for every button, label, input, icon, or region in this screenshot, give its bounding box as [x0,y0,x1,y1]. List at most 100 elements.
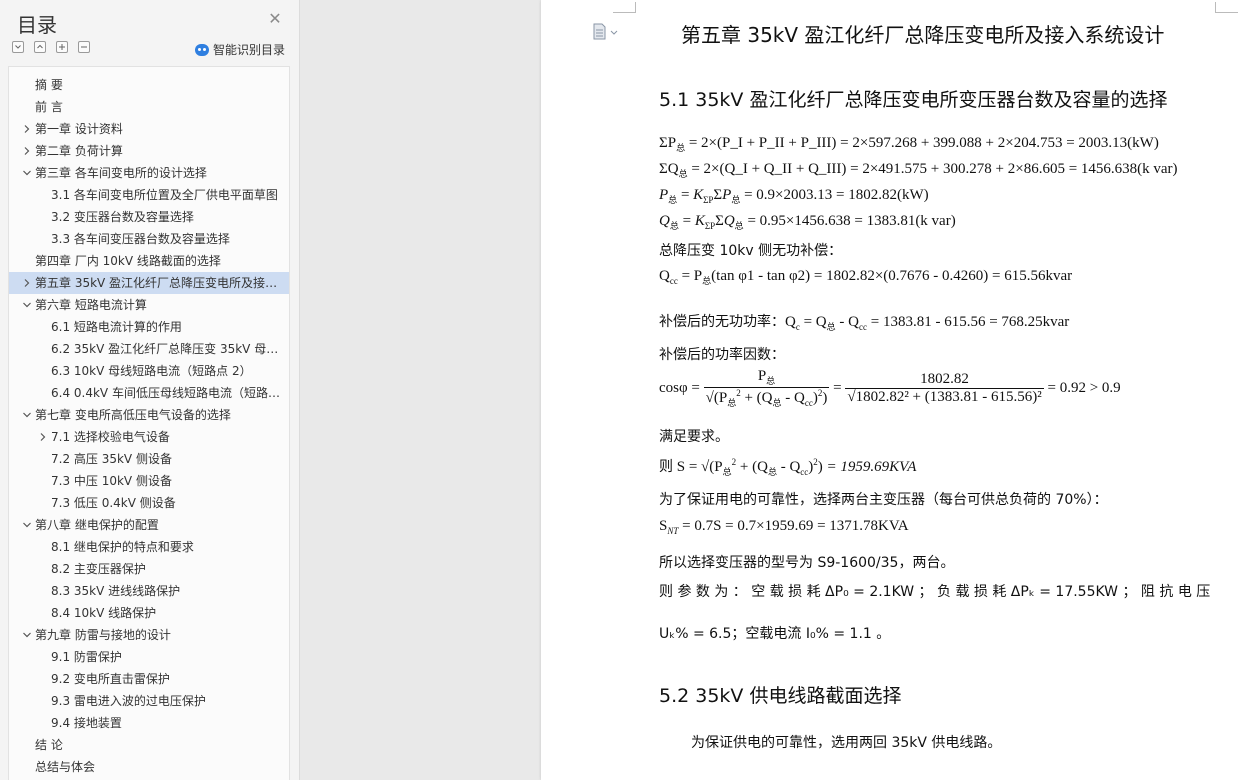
toc-item[interactable]: 9.2 变电所直击雷保护 [9,668,289,690]
toc-item[interactable]: 8.3 35kV 进线线路保护 [9,580,289,602]
equation-rhs: = 0.95×1456.638 = 1383.81(k var) [747,213,956,229]
toc-item[interactable]: 7.2 高压 35kV 侧设备 [9,448,289,470]
toc-item-label: 6.4 0.4kV 车间低压母线短路电流（短路点 3） [51,386,283,400]
chevron-right-icon[interactable] [37,426,49,448]
toc-item-label: 第二章 负荷计算 [35,144,123,158]
toc-item[interactable]: 7.1 选择校验电气设备 [9,426,289,448]
equation-total-reactive-power: ΣQ总 = 2×(Q_I + Q_II + Q_III) = 2×491.575… [659,161,1178,179]
toc-panel: 目录 ✕ 智能识别目录 摘 要前 言第一章 设计资料 第二章 负荷计算第三章 各车… [0,0,300,780]
close-icon[interactable]: ✕ [268,11,282,27]
paragraph-parameters-cont: Uₖ% = 6.5；空载电流 I₀% = 1.1 。 [659,626,891,642]
chevron-down-icon[interactable] [21,514,33,536]
toc-item-label: 9.4 接地装置 [51,716,122,730]
paragraph-label: 补偿后的无功功率： [659,314,785,330]
paragraph-supply-line: 为保证供电的可靠性，选用两回 35kV 供电线路。 [691,735,1002,751]
toc-item[interactable]: 第五章 35kV 盈江化纤厂总降压变电所及接入系统设计 [9,272,289,294]
toc-item[interactable]: 9.1 防雷保护 [9,646,289,668]
paragraph-power-factor: 补偿后的功率因数： [659,347,785,363]
toc-item[interactable]: 摘 要 [9,74,289,96]
toc-item[interactable]: 第三章 各车间变电所的设计选择 [9,162,289,184]
remove-heading-icon[interactable] [78,41,90,53]
chevron-right-icon[interactable] [21,140,33,162]
toc-item[interactable]: 总结与体会 [9,756,289,778]
toc-item[interactable]: 3.3 各车间变压器台数及容量选择 [9,228,289,250]
collapse-all-icon[interactable] [34,41,46,53]
toc-item[interactable]: 结 论 [9,734,289,756]
toc-item[interactable]: 7.3 中压 10kV 侧设备 [9,470,289,492]
add-heading-icon[interactable] [56,41,68,53]
toc-item-label: 8.2 主变压器保护 [51,562,146,576]
paragraph-satisfied: 满足要求。 [659,429,729,445]
toc-item[interactable]: 第九章 防雷与接地的设计 [9,624,289,646]
toc-item-label: 6.1 短路电流计算的作用 [51,320,182,334]
chevron-down-icon[interactable] [21,294,33,316]
toc-item-label: 第五章 35kV 盈江化纤厂总降压变电所及接入系统设计 [35,276,283,290]
toc-item-label: 3.3 各车间变压器台数及容量选择 [51,232,230,246]
toc-item-label: 3.1 各车间变电所位置及全厂供电平面草图 [51,188,278,202]
toc-item-label: 结 论 [35,738,63,752]
toc-item-label: 8.1 继电保护的特点和要求 [51,540,194,554]
paragraph-model: 所以选择变压器的型号为 S9-1600/35，两台。 [659,555,955,571]
toc-item[interactable]: 第四章 厂内 10kV 线路截面的选择 [9,250,289,272]
toc-item[interactable]: 6.3 10kV 母线短路电流（短路点 2） [9,360,289,382]
equation-result: = 0.92 > 0.9 [1047,379,1121,396]
paragraph-compensation: 总降压变 10kv 侧无功补偿： [659,243,843,259]
paragraph-parameters: 则 参 数 为 ： 空 载 损 耗 ΔP₀ = 2.1KW ； 负 载 损 耗 … [659,584,1211,600]
toc-item-label: 9.3 雷电进入波的过电压保护 [51,694,206,708]
toc-item[interactable]: 6.2 35kV 盈江化纤厂总降压变 35kV 母线短路电流 [9,338,289,360]
toc-item[interactable]: 第二章 负荷计算 [9,140,289,162]
toc-item[interactable]: 8.1 继电保护的特点和要求 [9,536,289,558]
equation-power-factor: cosφ = P总 √(P总2 + (Q总 - Qcc)2) = 1802.82 √… [659,368,1121,408]
toc-item[interactable]: 9.3 雷电进入波的过电压保护 [9,690,289,712]
smart-toc-button[interactable]: 智能识别目录 [195,41,285,58]
fraction-numerator: 1802.82 [845,371,1044,389]
chevron-down-icon[interactable] [21,162,33,184]
toc-item[interactable]: 3.2 变压器台数及容量选择 [9,206,289,228]
equation-total-active-power: ΣP总 = 2×(P_I + P_II + P_III) = 2×597.268… [659,135,1159,153]
toc-item-label: 7.2 高压 35kV 侧设备 [51,452,172,466]
toc-item[interactable]: 第一章 设计资料 [9,118,289,140]
equation-rhs: = 1383.81 - 615.56 = 768.25kvar [870,314,1070,330]
chevron-down-icon[interactable] [21,404,33,426]
toc-item-label: 第八章 继电保护的配置 [35,518,159,532]
equation-apparent-power: 则 S = √(P总2 + (Q总 - Qcc)2) = 1959.69KVA [659,457,917,477]
toc-item[interactable]: 8.4 10kV 线路保护 [9,602,289,624]
fraction-denominator: 1802.82² + (1383.81 - 615.56)² [855,389,1042,405]
equation-rhs: = 2×(Q_I + Q_II + Q_III) = 2×491.575 + 3… [691,161,1178,177]
toc-item-label: 第三章 各车间变电所的设计选择 [35,166,207,180]
equation-rhs: = 0.7S = 0.7×1959.69 = 1371.78KVA [682,518,909,534]
page-content: 第五章 35kV 盈江化纤厂总降压变电所及接入系统设计 5.1 35kV 盈江化… [541,0,1246,780]
paragraph-reactive-after: 补偿后的无功功率：Qc = Q总 - Qcc = 1383.81 - 615.5… [659,314,1070,332]
toc-item-label: 第七章 变电所高低压电气设备的选择 [35,408,231,422]
toc-item[interactable]: 第八章 继电保护的配置 [9,514,289,536]
equation-rhs: (tan φ1 - tan φ2) = 1802.82×(0.7676 - 0.… [711,268,1073,284]
chevron-right-icon[interactable] [21,118,33,140]
expand-all-icon[interactable] [12,41,24,53]
toc-item[interactable]: 第七章 变电所高低压电气设备的选择 [9,404,289,426]
toc-item-label: 9.1 防雷保护 [51,650,122,664]
toc-item[interactable]: 6.4 0.4kV 车间低压母线短路电流（短路点 3） [9,382,289,404]
toc-item-label: 第九章 防雷与接地的设计 [35,628,171,642]
chevron-down-icon[interactable] [21,624,33,646]
toc-item[interactable]: 前 言 [9,96,289,118]
chevron-right-icon[interactable] [21,272,33,294]
toc-item-label: 7.1 选择校验电气设备 [51,430,170,444]
toc-title: 目录 [17,13,57,37]
toc-item-label: 第四章 厂内 10kV 线路截面的选择 [35,254,221,268]
toc-item-label: 9.2 变电所直击雷保护 [51,672,170,686]
paragraph-reliability: 为了保证用电的可靠性，选择两台主变压器（每台可供总负荷的 70%）： [659,492,1108,508]
fraction-numeric: 1802.82 √1802.82² + (1383.81 - 615.56)² [845,371,1044,405]
toc-item[interactable]: 7.3 低压 0.4kV 侧设备 [9,492,289,514]
toc-item-label: 6.3 10kV 母线短路电流（短路点 2） [51,364,252,378]
equation-calc-reactive-power: Q总 = KΣPΣQ总 = 0.95×1456.638 = 1383.81(k … [659,213,956,231]
toc-item-label: 7.3 低压 0.4kV 侧设备 [51,496,176,510]
toc-item-label: 7.3 中压 10kV 侧设备 [51,474,172,488]
chapter-heading: 第五章 35kV 盈江化纤厂总降压变电所及接入系统设计 [681,23,1165,47]
toc-item-label: 第一章 设计资料 [35,122,123,136]
toc-item[interactable]: 8.2 主变压器保护 [9,558,289,580]
equation-calc-active-power: P总 = KΣPΣP总 = 0.9×2003.13 = 1802.82(kW) [659,187,929,205]
toc-item[interactable]: 6.1 短路电流计算的作用 [9,316,289,338]
toc-item[interactable]: 第六章 短路电流计算 [9,294,289,316]
toc-item[interactable]: 3.1 各车间变电所位置及全厂供电平面草图 [9,184,289,206]
toc-item[interactable]: 9.4 接地装置 [9,712,289,734]
